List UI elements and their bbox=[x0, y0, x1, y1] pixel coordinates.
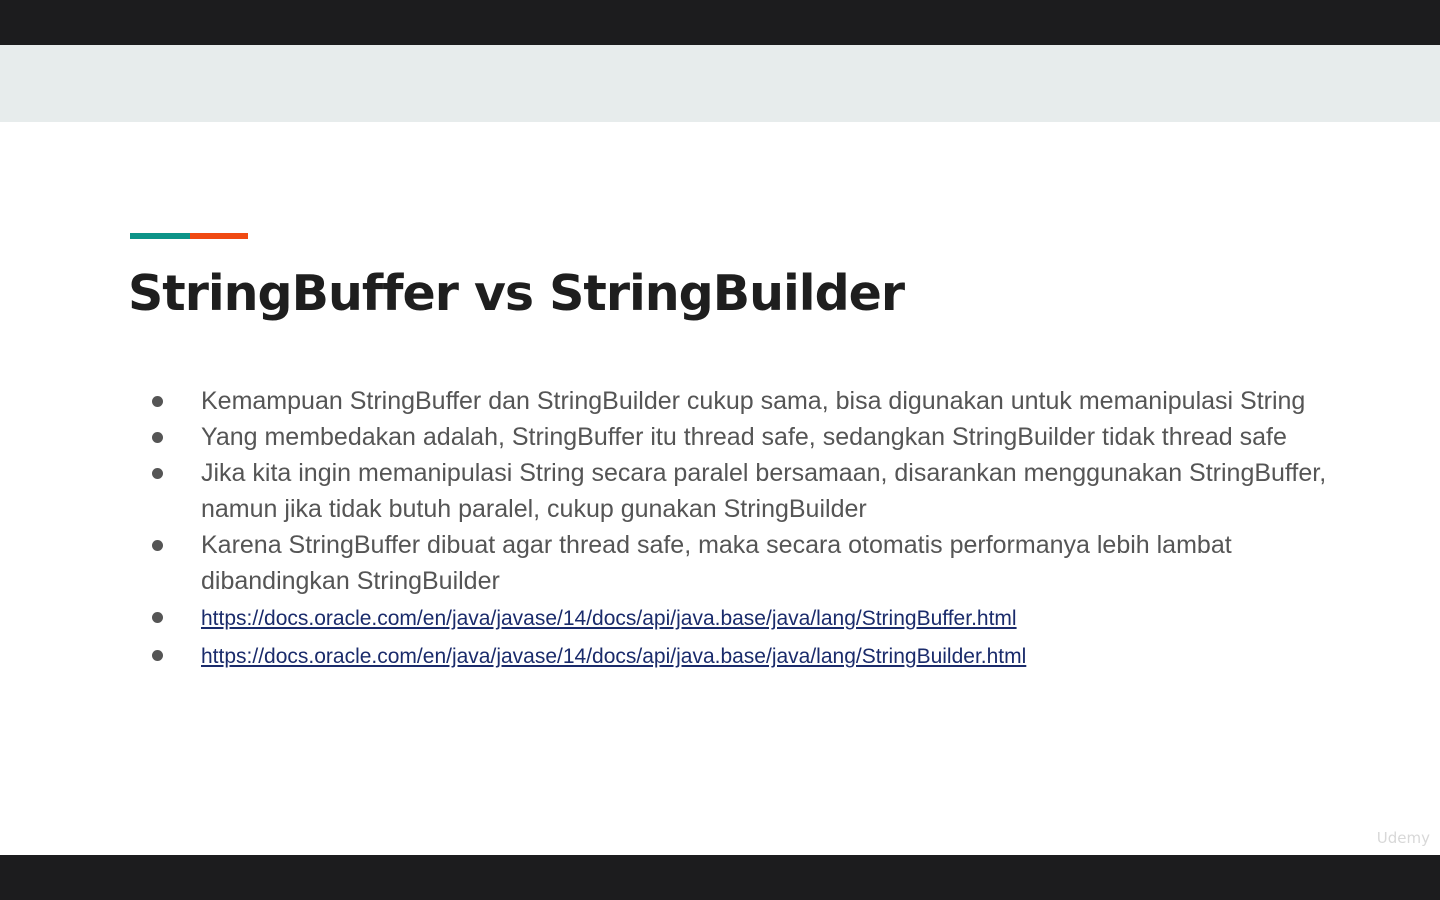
bullet-list: Kemampuan StringBuffer dan StringBuilder… bbox=[150, 383, 1330, 675]
bullet-text: Yang membedakan adalah, StringBuffer itu… bbox=[201, 423, 1287, 451]
stringbuilder-docs-link[interactable]: https://docs.oracle.com/en/java/javase/1… bbox=[201, 645, 1026, 668]
letterbox-top bbox=[0, 0, 1440, 45]
bullet-dot-icon bbox=[152, 432, 163, 443]
bullet-dot-icon bbox=[152, 468, 163, 479]
bullet-dot-icon bbox=[152, 612, 163, 623]
bullet-item: Yang membedakan adalah, StringBuffer itu… bbox=[150, 419, 1330, 455]
bullet-item-link: https://docs.oracle.com/en/java/javase/1… bbox=[150, 599, 1330, 637]
bullet-dot-icon bbox=[152, 650, 163, 661]
bullet-text: Jika kita ingin memanipulasi String seca… bbox=[201, 459, 1327, 523]
bullet-dot-icon bbox=[152, 396, 163, 407]
bullet-text: Kemampuan StringBuffer dan StringBuilder… bbox=[201, 387, 1306, 415]
bullet-item: Karena StringBuffer dibuat agar thread s… bbox=[150, 527, 1330, 599]
slide-title: StringBuffer vs StringBuilder bbox=[128, 265, 905, 322]
letterbox-bottom bbox=[0, 855, 1440, 900]
title-accent-teal bbox=[130, 233, 190, 239]
bullet-text: Karena StringBuffer dibuat agar thread s… bbox=[201, 531, 1232, 595]
presentation-slide: StringBuffer vs StringBuilder Kemampuan … bbox=[0, 45, 1440, 855]
bullet-item-link: https://docs.oracle.com/en/java/javase/1… bbox=[150, 637, 1330, 675]
title-accent-orange bbox=[190, 233, 248, 239]
udemy-watermark-logo: Udemy bbox=[1376, 829, 1430, 847]
bullet-item: Kemampuan StringBuffer dan StringBuilder… bbox=[150, 383, 1330, 419]
bullet-item: Jika kita ingin memanipulasi String seca… bbox=[150, 455, 1330, 527]
stringbuffer-docs-link[interactable]: https://docs.oracle.com/en/java/javase/1… bbox=[201, 607, 1017, 630]
slide-header-band bbox=[0, 45, 1440, 122]
bullet-dot-icon bbox=[152, 540, 163, 551]
